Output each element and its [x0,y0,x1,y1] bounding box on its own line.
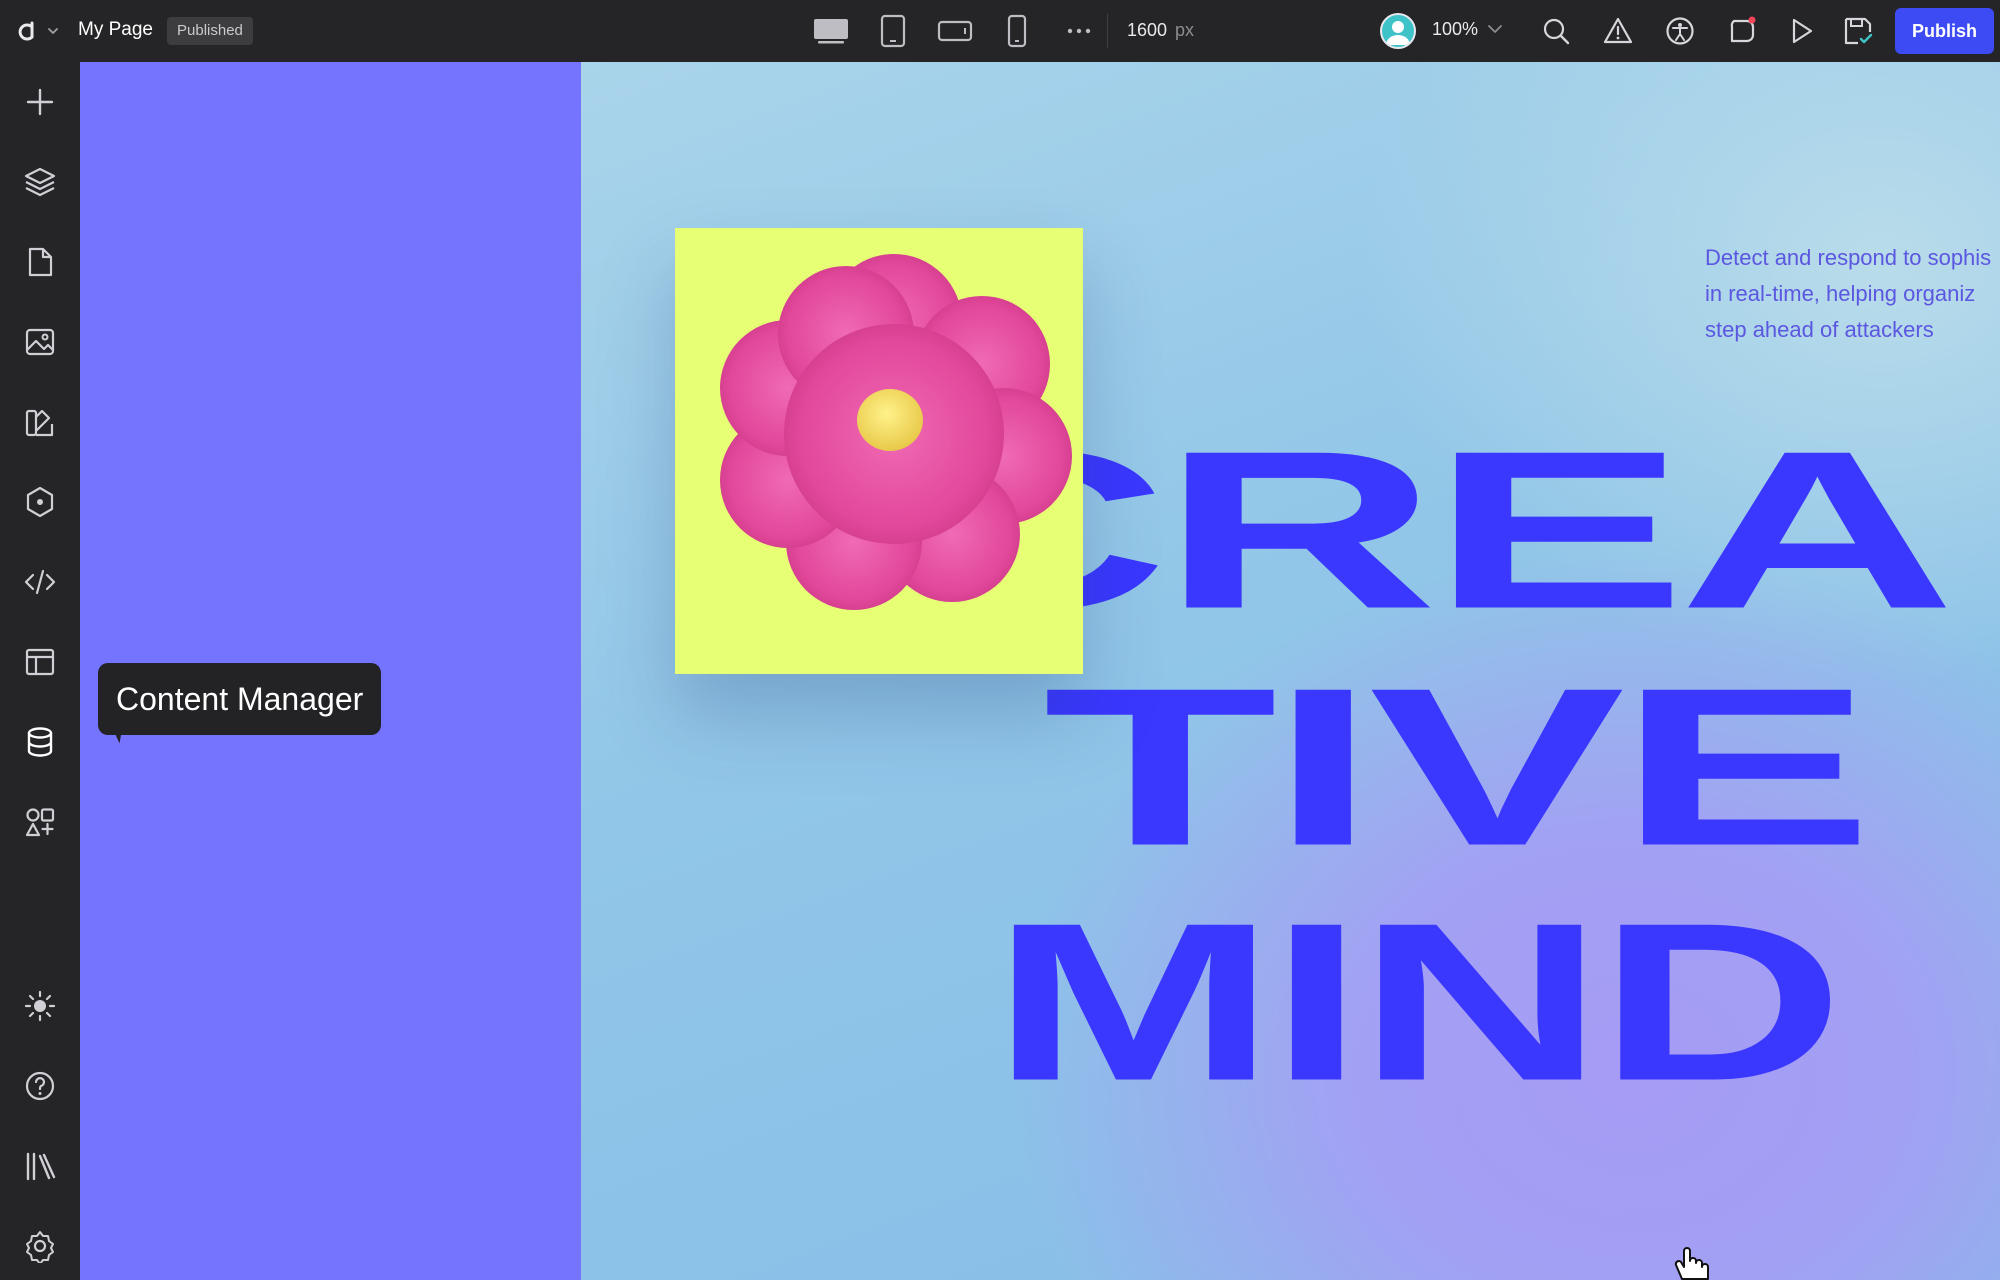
save-icon [1844,17,1873,45]
desktop-icon [814,19,848,44]
save-button[interactable] [1841,14,1875,48]
mobile-icon [1007,14,1027,48]
comments-icon [1730,16,1756,43]
pages-icon [28,247,53,277]
hero-section[interactable]: CREA TIVE MIND Detect and respond to sop… [581,62,2000,1280]
sidebar-item-add[interactable] [16,78,64,126]
sidebar-item-templates[interactable] [16,638,64,686]
accessibility-button[interactable] [1663,14,1697,48]
headline-line-2[interactable]: TIVE [1043,654,1873,879]
sidebar-item-code[interactable] [16,558,64,606]
left-sidebar [0,62,80,1280]
hand-cursor-icon [1674,1247,1709,1280]
layers-icon [24,167,56,197]
warning-icon [1603,17,1633,44]
sidebar-item-apps[interactable] [16,798,64,846]
canvas-width-input[interactable]: 1600 [1127,20,1167,41]
user-avatar[interactable] [1380,13,1416,49]
chevron-down-icon[interactable] [1486,20,1504,38]
headline-line-3[interactable]: MIND [991,889,1844,1114]
app-logo-menu[interactable] [18,15,62,47]
description-line-2: in real-time, helping organiz [1705,281,1976,306]
device-tablet-button[interactable] [868,12,918,50]
tablet-landscape-icon [937,20,973,42]
page-title[interactable]: My Page [78,19,153,41]
flower-image-card[interactable] [675,228,1083,674]
apps-icon [25,808,55,837]
device-tablet-landscape-button[interactable] [930,12,980,50]
search-icon [1543,18,1570,45]
user-avatar-icon [1386,21,1410,45]
description-line-1: Detect and respond to sophis [1705,245,1992,270]
sidebar-item-theme[interactable] [16,982,64,1030]
add-icon [26,88,54,116]
code-icon [24,569,56,595]
device-switcher [806,12,1104,50]
description-line-3: step ahead of attackers [1705,317,1934,342]
components-icon [26,486,54,518]
warnings-button[interactable] [1601,14,1635,48]
device-mobile-button[interactable] [992,12,1042,50]
canvas-width-unit: px [1175,20,1195,40]
settings-icon [26,1231,54,1263]
sidebar-item-pages[interactable] [16,238,64,286]
templates-icon [25,648,55,676]
styles-icon [25,409,54,437]
publish-button[interactable]: Publish [1895,8,1994,54]
sidebar-item-help[interactable] [16,1062,64,1110]
content-manager-tooltip: Content Manager [98,663,382,735]
logo-icon [18,21,58,41]
zoom-level[interactable]: 100% [1432,19,1478,40]
accessibility-icon [1666,17,1694,45]
comments-button[interactable] [1725,14,1759,48]
sidebar-item-media[interactable] [16,318,64,366]
library-icon [26,1152,56,1181]
theme-sun-icon [24,990,56,1022]
more-icon [1067,28,1091,34]
sidebar-item-components[interactable] [16,478,64,526]
help-icon [25,1071,55,1101]
more-devices-button[interactable] [1054,12,1104,50]
search-button[interactable] [1539,14,1573,48]
sidebar-item-library[interactable] [16,1142,64,1190]
flower-illustration-icon [720,254,1072,610]
sidebar-item-settings[interactable] [16,1222,64,1270]
preview-button[interactable] [1784,14,1818,48]
media-icon [25,328,55,356]
device-desktop-button[interactable] [806,12,856,50]
sidebar-item-styles[interactable] [16,398,64,446]
top-toolbar: My Page Published 1600 px 100% Publish [0,0,2000,62]
tablet-icon [880,14,906,48]
status-badge: Published [167,17,253,45]
database-icon [27,727,53,757]
toolbar-divider [1107,14,1108,48]
sidebar-item-layers[interactable] [16,158,64,206]
sidebar-item-content-manager[interactable] [16,718,64,766]
preview-play-icon [1792,18,1813,44]
hero-description[interactable]: Detect and respond to sophis in real-tim… [1705,240,2000,348]
